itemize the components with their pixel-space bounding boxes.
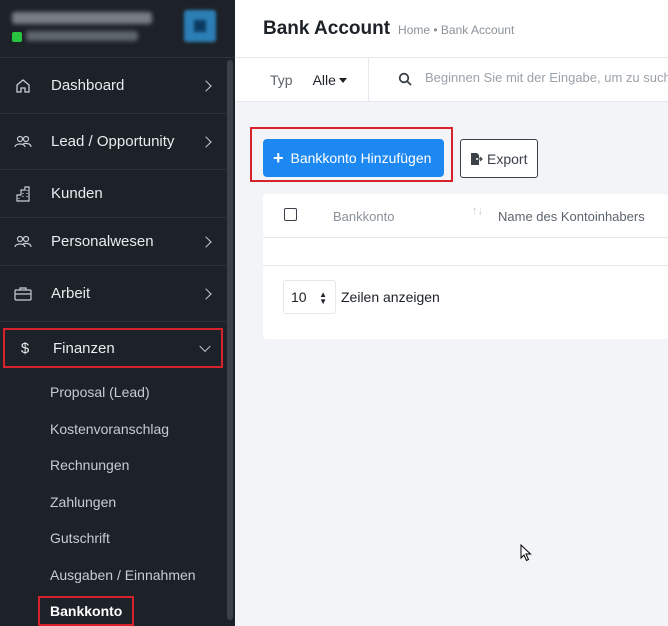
- add-button-label: Bankkonto Hinzufügen: [290, 150, 432, 166]
- home-icon: [14, 77, 32, 95]
- sidebar-item-label: Kunden: [51, 185, 103, 202]
- type-filter-dropdown[interactable]: Alle: [313, 72, 347, 88]
- chevron-right-icon: [200, 79, 212, 92]
- sidebar-item-label: Lead / Opportunity: [51, 133, 175, 150]
- search-icon: [398, 72, 412, 86]
- add-bank-account-button[interactable]: + Bankkonto Hinzufügen: [263, 139, 444, 177]
- page-length-value: 10: [291, 289, 307, 305]
- sidebar-scrollbar[interactable]: [227, 60, 233, 620]
- submenu-item-gutschrift[interactable]: Gutschrift: [50, 520, 226, 557]
- sidebar-item-label: Personalwesen: [51, 233, 154, 250]
- type-filter-label: Typ: [270, 71, 293, 88]
- submenu-item-label: Proposal (Lead): [50, 384, 150, 401]
- submenu-item-kostenvoranschlag[interactable]: Kostenvoranschlag: [50, 411, 226, 448]
- submenu-item-label: Zahlungen: [50, 493, 117, 510]
- table-empty-row: [263, 238, 668, 266]
- select-all-checkbox[interactable]: [284, 208, 297, 221]
- plus-icon: +: [273, 147, 284, 168]
- select-arrows-icon: ▲ ▼: [319, 290, 327, 306]
- chevron-down-icon: [199, 340, 211, 353]
- users-icon: [14, 133, 32, 151]
- column-header-kontoinhaber[interactable]: Name des Kontoinhabers: [498, 209, 645, 224]
- export-button[interactable]: Export: [460, 139, 538, 178]
- sidebar-item-lead-opportunity[interactable]: Lead / Opportunity: [0, 114, 226, 170]
- submenu-item-label: Kostenvoranschlag: [50, 420, 170, 437]
- sort-icon[interactable]: ↑↓: [472, 205, 483, 217]
- page-length-control: 10 ▲ ▼ Zeilen anzeigen: [283, 280, 440, 314]
- submenu-item-bankkonto[interactable]: Bankkonto: [38, 593, 226, 626]
- submenu-item-rechnungen[interactable]: Rechnungen: [50, 447, 226, 484]
- submenu-item-ausgaben-einnahmen[interactable]: Ausgaben / Einnahmen: [50, 557, 226, 594]
- sidebar-nav: Dashboard Lead / Opportunity Kunden Pers…: [0, 58, 226, 626]
- building-icon: [14, 185, 32, 203]
- sidebar-item-finanzen[interactable]: $ Finanzen: [3, 328, 223, 368]
- chevron-right-icon: [200, 235, 212, 248]
- company-name-blurred: [12, 12, 152, 24]
- sidebar-item-personalwesen[interactable]: Personalwesen: [0, 218, 226, 266]
- sidebar-item-label: Arbeit: [51, 285, 91, 302]
- table-card: Bankkonto ↑↓ Name des Kontoinhabers 10 ▲…: [263, 194, 668, 339]
- divider: [368, 58, 369, 102]
- submenu-item-zahlungen[interactable]: Zahlungen: [50, 484, 226, 521]
- sidebar-item-kunden[interactable]: Kunden: [0, 170, 226, 218]
- mouse-cursor-icon: [520, 544, 532, 562]
- sidebar-item-arbeit[interactable]: Arbeit: [0, 266, 226, 322]
- submenu-item-proposal[interactable]: Proposal (Lead): [50, 374, 226, 411]
- caret-down-icon: [338, 77, 347, 83]
- page-header: Bank Account Home • Bank Account: [235, 0, 668, 58]
- user-role-blurred: [26, 31, 138, 41]
- finanzen-submenu: Proposal (Lead) Kostenvoranschlag Rechnu…: [0, 374, 226, 626]
- type-filter-value: Alle: [312, 71, 336, 88]
- sidebar-item-label: Dashboard: [51, 77, 125, 94]
- search-input[interactable]: Beginnen Sie mit der Eingabe, um zu such…: [425, 70, 668, 85]
- sidebar: Dashboard Lead / Opportunity Kunden Pers…: [0, 0, 235, 626]
- page-length-select[interactable]: 10 ▲ ▼: [283, 280, 336, 314]
- sidebar-item-label: Finanzen: [53, 339, 115, 357]
- chevron-right-icon: [200, 287, 212, 300]
- online-status-icon: [12, 32, 22, 42]
- breadcrumb[interactable]: Home • Bank Account: [398, 23, 514, 37]
- briefcase-icon: [14, 285, 32, 303]
- users-icon: [14, 233, 32, 251]
- table-header: Bankkonto ↑↓ Name des Kontoinhabers: [263, 194, 668, 238]
- sidebar-header: [0, 0, 235, 58]
- page-length-label: Zeilen anzeigen: [341, 289, 440, 305]
- submenu-item-label: Ausgaben / Einnahmen: [50, 566, 196, 583]
- submenu-item-label: Gutschrift: [50, 530, 110, 547]
- sidebar-item-dashboard[interactable]: Dashboard: [0, 58, 226, 114]
- submenu-item-label: Rechnungen: [50, 457, 130, 474]
- submenu-item-label: Bankkonto: [38, 596, 135, 626]
- dollar-icon: $: [20, 339, 30, 357]
- chevron-right-icon: [200, 135, 212, 148]
- export-label: Export: [487, 150, 528, 167]
- export-icon: [471, 152, 483, 165]
- company-logo[interactable]: [184, 10, 216, 42]
- filter-bar: Typ Alle Beginnen Sie mit der Eingabe, u…: [235, 58, 668, 102]
- page-title: Bank Account: [263, 17, 391, 39]
- column-header-bankkonto[interactable]: Bankkonto: [333, 209, 394, 224]
